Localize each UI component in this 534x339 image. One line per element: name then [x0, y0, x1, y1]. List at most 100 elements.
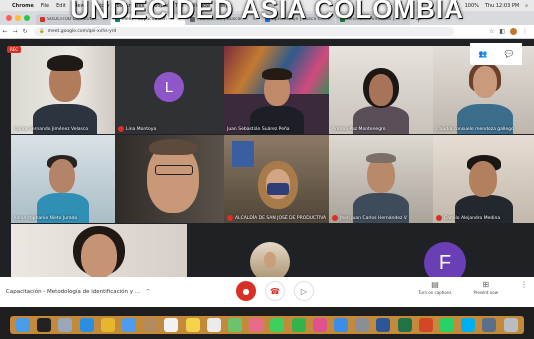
participant-tile[interactable]: F	[420, 242, 470, 277]
participant-tile[interactable]	[115, 135, 224, 223]
mic-off-icon	[118, 126, 124, 132]
downloads-icon[interactable]	[482, 318, 497, 332]
chrome-icon[interactable]	[100, 318, 115, 332]
meeting-details[interactable]: Capacitación - Metodología de identifica…	[0, 289, 206, 295]
camera-toggle-button[interactable]: ▷	[294, 281, 314, 301]
close-window-button[interactable]	[6, 15, 12, 21]
close-icon[interactable]: ×	[252, 17, 256, 22]
close-icon[interactable]: ×	[177, 17, 181, 22]
menu-edit[interactable]: Edit	[56, 3, 66, 9]
menu-people[interactable]: People	[151, 3, 168, 9]
trash-icon[interactable]	[503, 318, 518, 332]
menu-tab[interactable]: Tab	[175, 3, 183, 9]
forward-icon[interactable]: →	[10, 28, 20, 35]
extension-icon[interactable]: ◧	[499, 28, 505, 35]
participant-tile[interactable]: Carlos Fernando Jiménez Velasco	[11, 46, 115, 134]
mac-menu-bar: Chrome File Edit View History Bookmarks …	[0, 0, 534, 11]
search-icon[interactable]: ⌕	[525, 3, 528, 9]
participant-name: Carlos Fernando Jiménez Velasco	[14, 127, 89, 132]
app-store-icon[interactable]	[334, 318, 349, 332]
reminders-icon[interactable]	[206, 318, 221, 332]
menu-help[interactable]: Help	[217, 3, 228, 9]
leave-call-button[interactable]: ☎	[265, 281, 285, 301]
participant-tile[interactable]	[250, 242, 290, 277]
clock[interactable]: Thu 12:03 PM	[485, 3, 519, 9]
mic-toggle-button[interactable]: ●	[236, 281, 256, 301]
skype-icon[interactable]	[461, 318, 476, 332]
present-icon: ⊞	[482, 280, 490, 289]
chat-icon[interactable]: 💬	[505, 50, 514, 58]
safari-icon[interactable]	[79, 318, 94, 332]
menu-view[interactable]: View	[73, 3, 85, 9]
participant-tile[interactable]: Camilo Alejandro Medina	[433, 135, 534, 223]
notes-icon[interactable]	[185, 318, 200, 332]
menu-bookmarks[interactable]: Bookmarks	[116, 3, 144, 9]
more-menu-icon[interactable]: ⋮	[522, 28, 528, 35]
participant-avatar: L	[154, 72, 184, 102]
browser-tab-active[interactable]: Meet - Capacitación - Me ×	[111, 14, 185, 25]
participant-tile[interactable]: Jhon Juan Carlos Hernández V	[329, 135, 433, 223]
camera-icon: ▷	[300, 286, 308, 296]
preferences-icon[interactable]	[355, 318, 370, 332]
minimize-window-button[interactable]	[15, 15, 21, 21]
facetime-icon[interactable]	[291, 318, 306, 332]
messages-icon[interactable]	[270, 318, 285, 332]
participant-name: ALCALDÍA DE SAN JOSÉ DE PRODUCTIVA	[235, 215, 327, 221]
close-icon[interactable]: ×	[102, 17, 106, 22]
captions-button[interactable]: ▤ Turn on captions	[419, 280, 452, 295]
back-icon[interactable]: ←	[0, 28, 10, 35]
meet-bottom-bar: Capacitación - Metodología de identifica…	[0, 277, 534, 307]
mic-icon: ●	[242, 286, 250, 296]
lock-icon: 🔒	[39, 29, 45, 34]
close-icon[interactable]: ×	[327, 17, 331, 22]
hangup-icon: ☎	[270, 286, 280, 296]
tab-title: SOLICITUD DE REUNIÓN - Jul	[47, 17, 101, 22]
finder-icon[interactable]	[16, 318, 30, 332]
favicon-icon	[40, 17, 45, 22]
excel-icon[interactable]	[397, 318, 412, 332]
mic-off-icon	[436, 215, 442, 221]
calendar-icon[interactable]	[164, 318, 179, 332]
profile-avatar[interactable]	[510, 28, 517, 35]
participant-tile[interactable]	[11, 224, 187, 277]
menu-app-name[interactable]: Chrome	[12, 3, 34, 9]
tab-title: Reuniones virtuales | Meet	[347, 17, 400, 22]
close-icon[interactable]: ×	[402, 17, 406, 22]
browser-tab[interactable]: Publicación | Buscar Fechas ×	[186, 14, 260, 25]
browser-tab[interactable]: Reuniones virtuales | Meet ×	[336, 14, 410, 25]
participant-tile[interactable]: sonia stiphanie Nieto Jurado	[11, 135, 115, 223]
battery-status[interactable]: 100%	[465, 3, 479, 9]
new-tab-button[interactable]: +	[411, 15, 426, 25]
powerpoint-icon[interactable]	[418, 318, 433, 332]
participant-tile[interactable]: Andrea Paz Montenegro	[329, 46, 433, 134]
present-now-button[interactable]: ⊞ Present now	[473, 280, 498, 295]
participant-name: Lina Montoya	[126, 126, 157, 132]
zoom-window-button[interactable]	[24, 15, 30, 21]
mail-icon[interactable]	[122, 318, 137, 332]
launchpad-icon[interactable]	[58, 318, 73, 332]
itunes-icon[interactable]	[312, 318, 327, 332]
siri-icon[interactable]	[37, 318, 52, 332]
star-icon[interactable]: ☆	[489, 28, 494, 35]
menu-file[interactable]: File	[41, 3, 49, 9]
browser-tab[interactable]: SOLICITUD DE REUNIÓN - Jul ×	[36, 14, 110, 25]
participant-tile[interactable]: L Lina Montoya	[115, 46, 224, 134]
photos-icon[interactable]	[249, 318, 264, 332]
participant-tile[interactable]: ALCALDÍA DE SAN JOSÉ DE PRODUCTIVA	[224, 135, 329, 223]
mic-off-icon	[332, 215, 338, 221]
word-icon[interactable]	[376, 318, 391, 332]
participant-name: Juan Sebastián Suárez Peña	[227, 127, 290, 132]
contacts-icon[interactable]	[143, 318, 158, 332]
participants-icon[interactable]: 👥	[479, 50, 488, 58]
browser-tab[interactable]: aprendizaje | Busca con Gr ×	[261, 14, 335, 25]
maps-icon[interactable]	[228, 318, 243, 332]
menu-history[interactable]: History	[92, 3, 110, 9]
captions-label: Turn on captions	[418, 290, 452, 295]
participant-tile[interactable]: Juan Sebastián Suárez Peña	[224, 46, 329, 134]
more-vert-icon: ⋮	[520, 280, 528, 289]
whatsapp-icon[interactable]	[440, 318, 455, 332]
menu-window[interactable]: Window	[191, 3, 211, 9]
reload-icon[interactable]: ↻	[20, 28, 30, 35]
more-options-button[interactable]: ⋮	[520, 280, 528, 295]
address-bar[interactable]: 🔒 meet.google.com/qei-xvhs-yrd	[34, 27, 454, 36]
